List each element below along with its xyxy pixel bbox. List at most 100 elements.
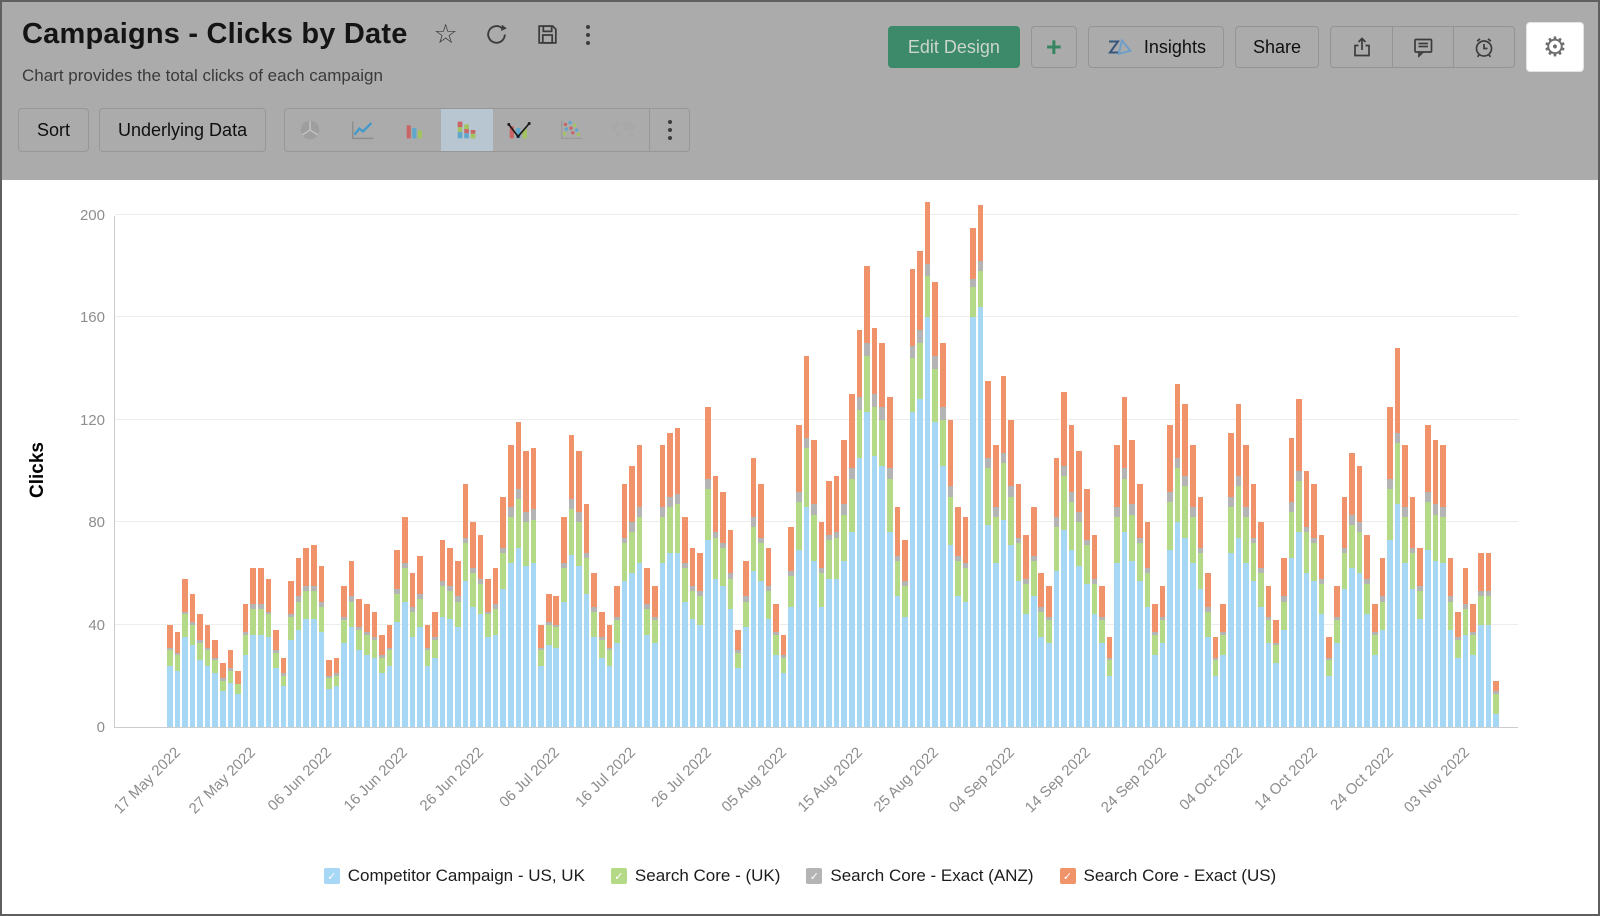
bar-day-21[interactable] bbox=[326, 660, 332, 727]
bar-day-55[interactable] bbox=[584, 504, 590, 727]
map-chart-icon[interactable] bbox=[597, 109, 649, 151]
bar-day-159[interactable] bbox=[1372, 604, 1378, 727]
bar-day-59[interactable] bbox=[614, 586, 620, 727]
bar-day-62[interactable] bbox=[637, 445, 643, 727]
bar-day-124[interactable] bbox=[1107, 637, 1113, 727]
bar-day-83[interactable] bbox=[796, 425, 802, 727]
bar-day-1[interactable] bbox=[175, 632, 181, 727]
bar-day-13[interactable] bbox=[266, 579, 272, 727]
bar-day-8[interactable] bbox=[228, 650, 234, 727]
combo-chart-icon[interactable] bbox=[493, 109, 545, 151]
bar-day-14[interactable] bbox=[273, 630, 279, 727]
bar-day-66[interactable] bbox=[667, 433, 673, 727]
bar-day-147[interactable] bbox=[1281, 558, 1287, 727]
bar-day-161[interactable] bbox=[1387, 407, 1393, 727]
bar-day-58[interactable] bbox=[607, 625, 613, 727]
bar-day-54[interactable] bbox=[576, 451, 582, 727]
bar-day-141[interactable] bbox=[1236, 404, 1242, 727]
bar-day-98[interactable] bbox=[910, 269, 916, 727]
bar-day-75[interactable] bbox=[735, 630, 741, 727]
bar-day-20[interactable] bbox=[319, 566, 325, 727]
bar-day-7[interactable] bbox=[220, 663, 226, 727]
bar-day-38[interactable] bbox=[455, 561, 461, 727]
bar-day-5[interactable] bbox=[205, 625, 211, 727]
bar-day-85[interactable] bbox=[811, 440, 817, 727]
bar-day-76[interactable] bbox=[743, 561, 749, 727]
bar-day-117[interactable] bbox=[1054, 458, 1060, 727]
bar-day-28[interactable] bbox=[379, 635, 385, 727]
bar-day-172[interactable] bbox=[1470, 604, 1476, 727]
bar-day-163[interactable] bbox=[1402, 445, 1408, 727]
bar-day-84[interactable] bbox=[804, 356, 810, 727]
bar-day-41[interactable] bbox=[478, 535, 484, 727]
bar-day-101[interactable] bbox=[932, 282, 938, 727]
bar-day-79[interactable] bbox=[766, 548, 772, 727]
settings-gear-icon[interactable]: ⚙ bbox=[1526, 22, 1584, 72]
bar-day-152[interactable] bbox=[1319, 535, 1325, 727]
bar-day-52[interactable] bbox=[561, 517, 567, 727]
bar-day-148[interactable] bbox=[1289, 438, 1295, 727]
bar-day-86[interactable] bbox=[819, 522, 825, 727]
bar-day-149[interactable] bbox=[1296, 399, 1302, 727]
bar-day-53[interactable] bbox=[569, 435, 575, 727]
bar-day-116[interactable] bbox=[1046, 586, 1052, 727]
bar-day-103[interactable] bbox=[948, 420, 954, 727]
bar-day-9[interactable] bbox=[235, 671, 241, 727]
bar-day-93[interactable] bbox=[872, 328, 878, 727]
bar-day-45[interactable] bbox=[508, 445, 514, 727]
bar-day-104[interactable] bbox=[955, 507, 961, 727]
bar-day-0[interactable] bbox=[167, 625, 173, 727]
bar-day-72[interactable] bbox=[713, 476, 719, 727]
pie-chart-icon[interactable] bbox=[285, 109, 337, 151]
bar-day-145[interactable] bbox=[1266, 586, 1272, 727]
bar-day-27[interactable] bbox=[372, 612, 378, 727]
bar-day-25[interactable] bbox=[356, 599, 362, 727]
bar-day-22[interactable] bbox=[334, 658, 340, 727]
insights-button[interactable]: Insights bbox=[1088, 26, 1224, 68]
legend-item[interactable]: ✓Search Core - (UK) bbox=[611, 866, 780, 886]
bar-day-134[interactable] bbox=[1182, 404, 1188, 727]
bar-day-56[interactable] bbox=[591, 573, 597, 727]
bar-day-94[interactable] bbox=[879, 343, 885, 727]
edit-design-button[interactable]: Edit Design bbox=[888, 26, 1020, 68]
bar-day-33[interactable] bbox=[417, 556, 423, 727]
bar-day-18[interactable] bbox=[303, 548, 309, 727]
bar-day-168[interactable] bbox=[1440, 445, 1446, 727]
bar-day-158[interactable] bbox=[1364, 535, 1370, 727]
bar-day-127[interactable] bbox=[1129, 440, 1135, 727]
bar-day-29[interactable] bbox=[387, 625, 393, 727]
bar-day-70[interactable] bbox=[697, 553, 703, 727]
bar-day-170[interactable] bbox=[1455, 612, 1461, 727]
export-icon[interactable] bbox=[1331, 27, 1392, 67]
legend-checkbox[interactable]: ✓ bbox=[1060, 868, 1076, 884]
bar-day-133[interactable] bbox=[1175, 384, 1181, 727]
bar-day-160[interactable] bbox=[1380, 558, 1386, 727]
bar-day-111[interactable] bbox=[1008, 420, 1014, 727]
bar-day-107[interactable] bbox=[978, 205, 984, 727]
refresh-icon[interactable] bbox=[484, 22, 509, 47]
bar-day-105[interactable] bbox=[963, 517, 969, 727]
bar-day-44[interactable] bbox=[500, 497, 506, 727]
bar-day-49[interactable] bbox=[538, 625, 544, 727]
add-button[interactable]: + bbox=[1031, 26, 1077, 68]
bar-day-139[interactable] bbox=[1220, 604, 1226, 727]
save-icon[interactable] bbox=[535, 22, 560, 47]
bar-day-35[interactable] bbox=[432, 612, 438, 727]
legend-item[interactable]: ✓Competitor Campaign - US, UK bbox=[324, 866, 585, 886]
bar-day-169[interactable] bbox=[1448, 558, 1454, 727]
bar-day-143[interactable] bbox=[1251, 484, 1257, 727]
bar-day-142[interactable] bbox=[1243, 445, 1249, 727]
bar-day-34[interactable] bbox=[425, 625, 431, 727]
bar-day-48[interactable] bbox=[531, 448, 537, 727]
bar-day-23[interactable] bbox=[341, 586, 347, 727]
bar-day-95[interactable] bbox=[887, 397, 893, 727]
underlying-data-button[interactable]: Underlying Data bbox=[99, 108, 266, 152]
bar-day-118[interactable] bbox=[1061, 392, 1067, 727]
bar-day-69[interactable] bbox=[690, 548, 696, 727]
bar-day-162[interactable] bbox=[1395, 348, 1401, 727]
bar-day-74[interactable] bbox=[728, 530, 734, 727]
bar-day-57[interactable] bbox=[599, 612, 605, 727]
bar-day-155[interactable] bbox=[1342, 497, 1348, 727]
bar-day-64[interactable] bbox=[652, 586, 658, 727]
bar-day-138[interactable] bbox=[1213, 637, 1219, 727]
